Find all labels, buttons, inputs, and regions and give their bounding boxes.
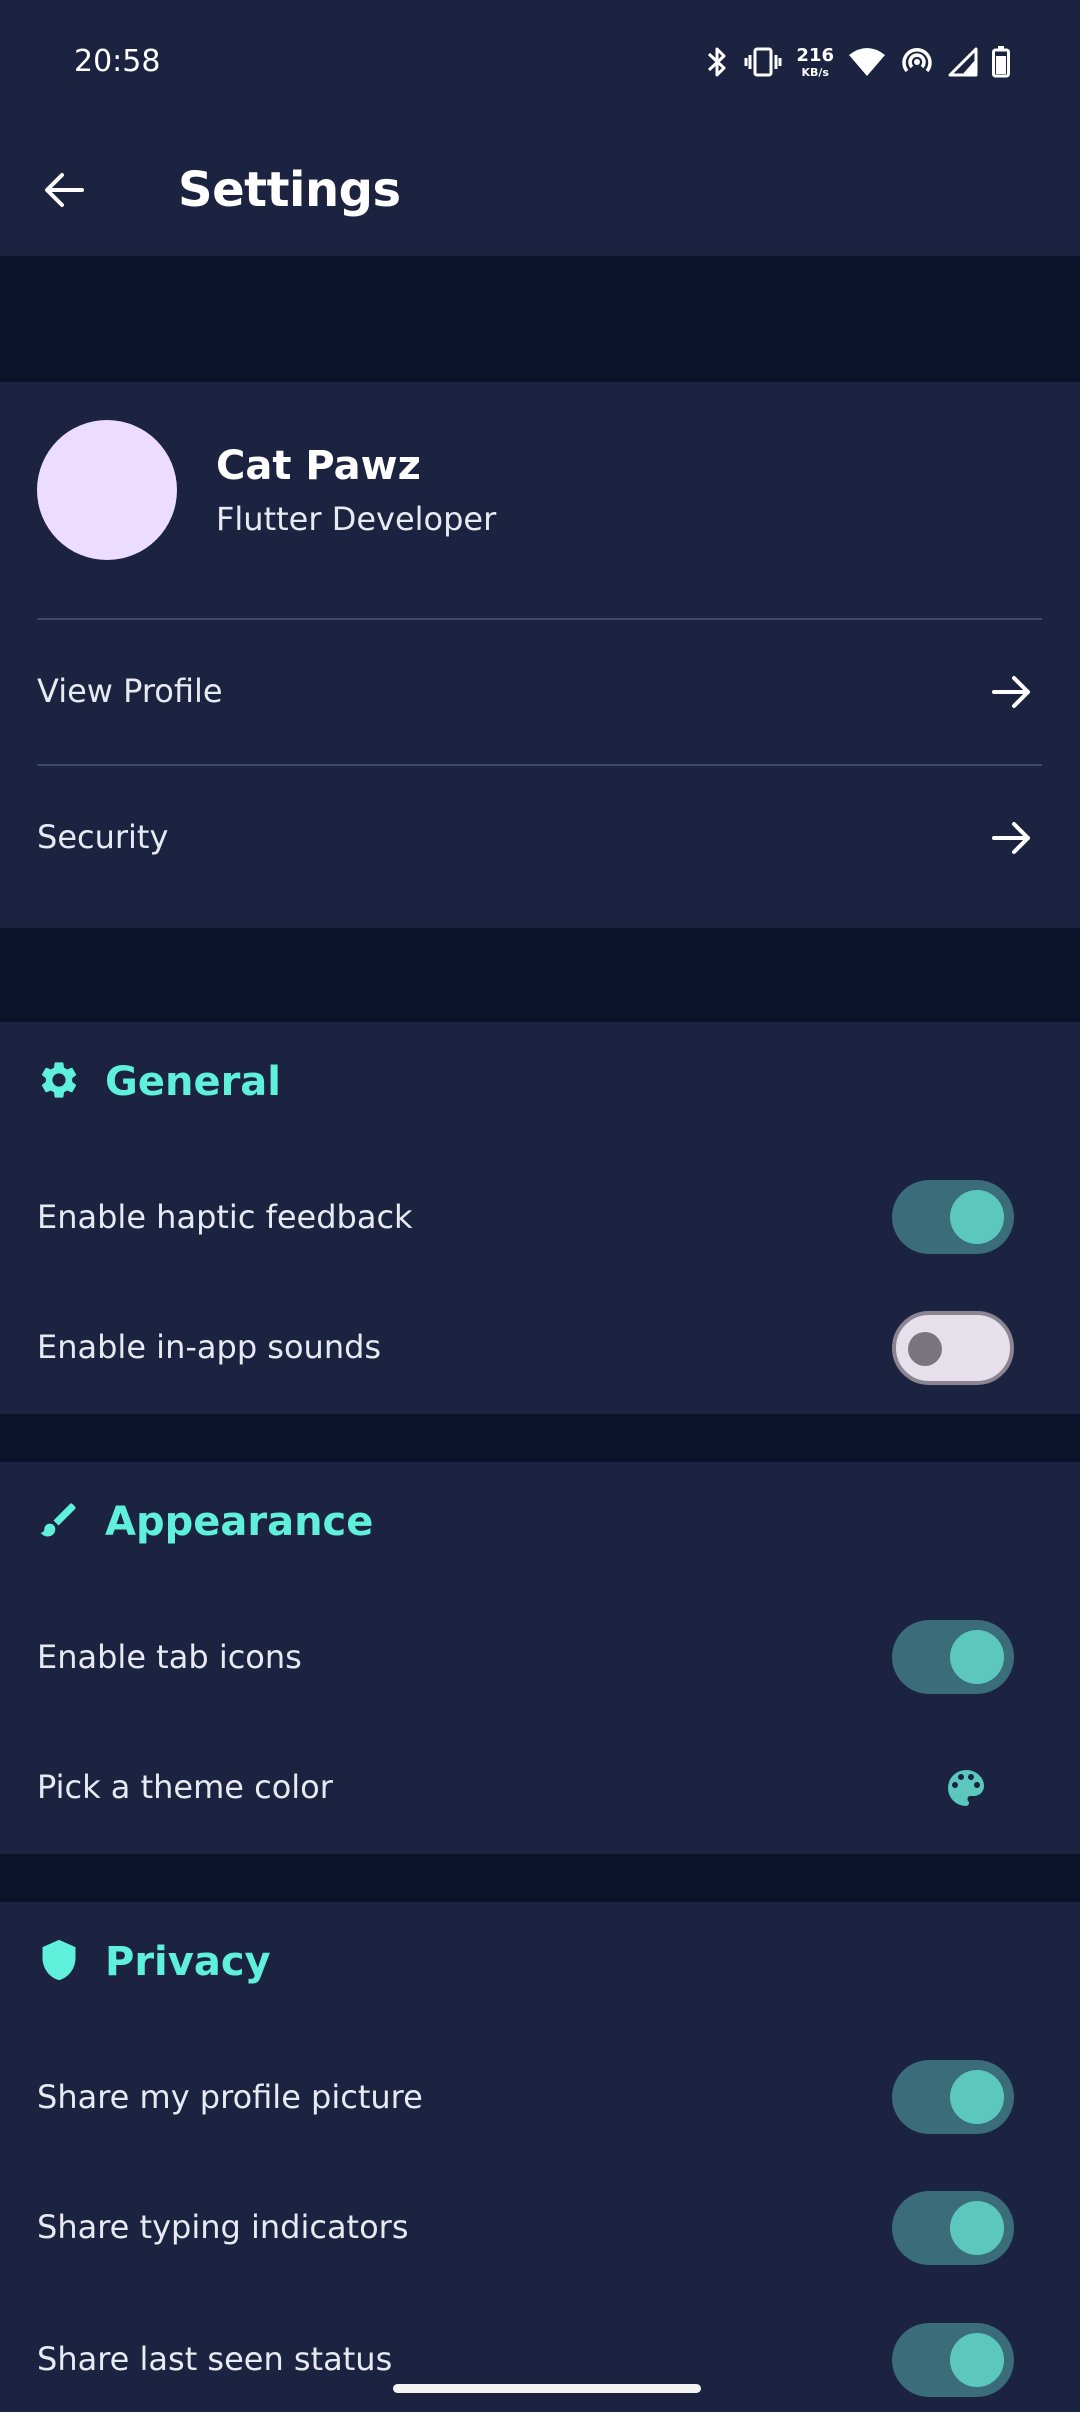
typing-indicators-toggle[interactable] xyxy=(892,2191,1014,2265)
last-seen-label: Share last seen status xyxy=(37,2340,393,2378)
toggle-thumb xyxy=(950,2201,1004,2255)
toggle-thumb xyxy=(908,1332,942,1366)
vibrate-icon xyxy=(744,45,782,79)
section-gap xyxy=(0,1854,1080,1902)
cell-signal-icon xyxy=(948,47,978,77)
home-indicator[interactable] xyxy=(393,2384,701,2393)
theme-color-label: Pick a theme color xyxy=(37,1768,333,1806)
net-speed-unit: KB/s xyxy=(801,65,829,79)
privacy-title: Privacy xyxy=(105,1939,271,1985)
back-button[interactable] xyxy=(26,154,102,230)
last-seen-toggle[interactable] xyxy=(892,2323,1014,2397)
bluetooth-icon xyxy=(704,45,730,79)
typing-indicators-item[interactable]: Share typing indicators xyxy=(0,2162,1080,2294)
net-speed-value: 216 xyxy=(796,44,834,66)
section-gap xyxy=(0,928,1080,1022)
security-item[interactable]: Security xyxy=(0,766,1080,912)
toggle-thumb xyxy=(950,1630,1004,1684)
hotspot-icon xyxy=(900,47,934,77)
tab-icons-item[interactable]: Enable tab icons xyxy=(0,1592,1080,1722)
haptic-feedback-item[interactable]: Enable haptic feedback xyxy=(0,1152,1080,1282)
in-app-sounds-item[interactable]: Enable in-app sounds xyxy=(0,1282,1080,1414)
arrow-forward-icon xyxy=(988,814,1036,862)
wifi-icon xyxy=(848,47,886,77)
page-title: Settings xyxy=(178,162,401,218)
section-gap xyxy=(0,256,1080,382)
net-speed: 216 KB/s xyxy=(796,44,834,79)
theme-color-item[interactable]: Pick a theme color xyxy=(0,1722,1080,1854)
view-profile-label: View Profile xyxy=(37,672,223,710)
section-gap xyxy=(0,1414,1080,1462)
shield-icon xyxy=(37,1938,81,1986)
status-icons: 216 KB/s xyxy=(704,42,1010,82)
haptic-feedback-toggle[interactable] xyxy=(892,1180,1014,1254)
tab-icons-label: Enable tab icons xyxy=(37,1638,302,1676)
general-title: General xyxy=(105,1059,281,1105)
toggle-thumb xyxy=(950,2070,1004,2124)
profile-role: Flutter Developer xyxy=(216,500,497,538)
gear-icon xyxy=(37,1058,81,1106)
tab-icons-toggle[interactable] xyxy=(892,1620,1014,1694)
view-profile-item[interactable]: View Profile xyxy=(0,620,1080,764)
appearance-title: Appearance xyxy=(105,1499,374,1545)
toggle-thumb xyxy=(950,1190,1004,1244)
haptic-feedback-label: Enable haptic feedback xyxy=(37,1198,413,1236)
general-header: General xyxy=(37,1058,281,1106)
app-bar: Settings xyxy=(0,126,1080,256)
in-app-sounds-label: Enable in-app sounds xyxy=(37,1328,382,1366)
profile-name: Cat Pawz xyxy=(216,443,421,489)
appearance-header: Appearance xyxy=(37,1498,373,1546)
arrow-forward-icon xyxy=(988,668,1036,716)
battery-icon xyxy=(992,46,1010,78)
avatar[interactable] xyxy=(37,420,177,560)
profile-picture-item[interactable]: Share my profile picture xyxy=(0,2032,1080,2162)
security-label: Security xyxy=(37,818,169,856)
profile-picture-label: Share my profile picture xyxy=(37,2078,423,2116)
palette-icon[interactable] xyxy=(942,1764,990,1816)
status-bar: 20:58 216 KB/s xyxy=(0,0,1080,126)
in-app-sounds-toggle[interactable] xyxy=(892,1311,1014,1385)
status-time: 20:58 xyxy=(74,44,161,79)
profile-picture-toggle[interactable] xyxy=(892,2060,1014,2134)
toggle-thumb xyxy=(950,2333,1004,2387)
typing-indicators-label: Share typing indicators xyxy=(37,2208,409,2246)
arrow-back-icon xyxy=(42,168,86,216)
privacy-header: Privacy xyxy=(37,1938,271,1986)
brush-icon xyxy=(37,1498,81,1546)
last-seen-item[interactable]: Share last seen status xyxy=(0,2294,1080,2412)
